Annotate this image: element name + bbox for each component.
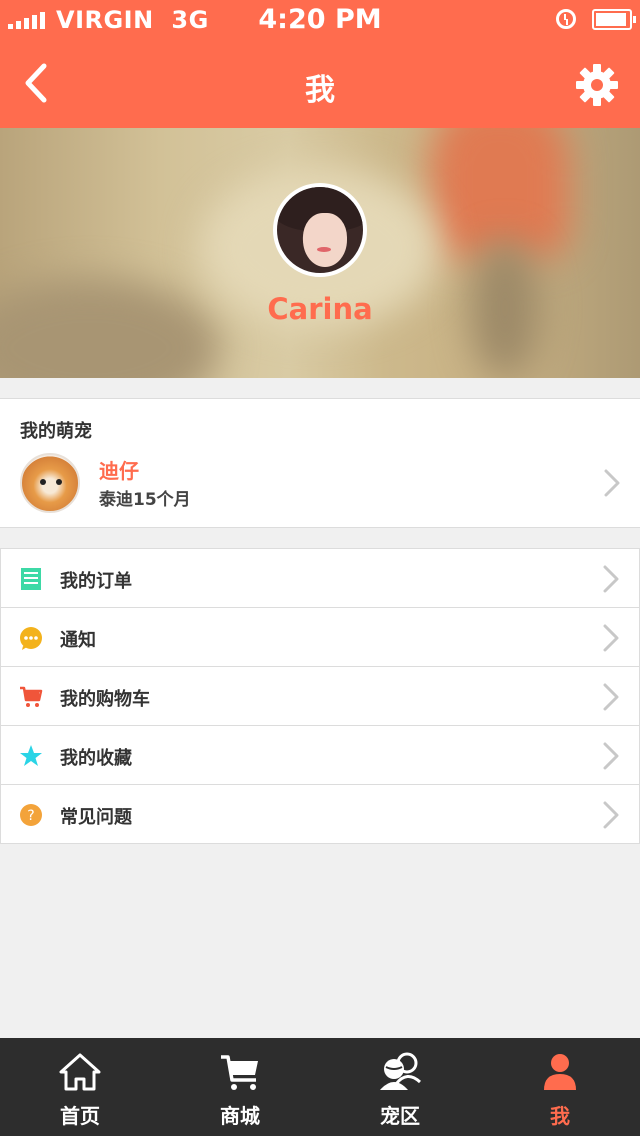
chevron-right-icon (603, 801, 619, 829)
user-avatar[interactable] (273, 183, 367, 277)
chevron-right-icon (603, 683, 619, 711)
notification-bubble-icon (20, 627, 42, 650)
status-bar: VIRGIN 3G 4:20 PM (0, 0, 640, 40)
pet-list-item[interactable]: 迪仔 泰迪15个月 (0, 451, 640, 517)
menu-item-label: 我的购物车 (60, 689, 150, 710)
shopping-cart-icon (20, 686, 43, 707)
alarm-clock-icon (556, 9, 576, 29)
section-heading: 我的萌宠 (20, 421, 92, 442)
tab-label: 商城 (220, 1104, 260, 1128)
settings-gear-icon[interactable] (576, 64, 618, 106)
question-icon: ? (20, 804, 42, 826)
order-list-icon (21, 568, 41, 590)
tab-label: 宠区 (380, 1104, 420, 1128)
star-icon (20, 745, 42, 766)
tab-label: 首页 (60, 1104, 100, 1128)
tab-label: 我 (550, 1104, 570, 1128)
page-title: 我 (305, 73, 335, 108)
pet-name: 迪仔 (99, 459, 139, 483)
home-icon (59, 1053, 101, 1091)
chevron-right-icon (603, 565, 619, 593)
svg-text:?: ? (27, 808, 34, 824)
tab-me[interactable]: 我 (480, 1038, 640, 1136)
menu-item-label: 我的订单 (60, 571, 132, 592)
cart-icon (221, 1055, 258, 1090)
menu-item-label: 我的收藏 (60, 748, 132, 769)
header-bar: VIRGIN 3G 4:20 PM 我 (0, 0, 640, 128)
my-pet-section: 我的萌宠 迪仔 泰迪15个月 (0, 398, 640, 528)
profile-banner: Carina (0, 128, 640, 378)
community-icon (380, 1052, 422, 1090)
menu-item-orders[interactable]: 我的订单 (1, 549, 639, 608)
menu-item-cart[interactable]: 我的购物车 (1, 667, 639, 726)
tab-home[interactable]: 首页 (0, 1038, 160, 1136)
status-time: 4:20 PM (258, 4, 382, 35)
tab-pet-zone[interactable]: 宠区 (320, 1038, 480, 1136)
menu-item-label: 常见问题 (60, 807, 132, 828)
menu-item-favorites[interactable]: 我的收藏 (1, 726, 639, 785)
menu-list: 我的订单 通知 我的购物车 我的收藏 ? 常见问题 (0, 548, 640, 844)
person-icon (544, 1054, 576, 1090)
menu-item-faq[interactable]: ? 常见问题 (1, 785, 639, 844)
chevron-right-icon (603, 742, 619, 770)
pet-description: 泰迪15个月 (99, 490, 191, 510)
tab-bar: 首页 商城 宠区 我 (0, 1038, 640, 1136)
chevron-right-icon (603, 624, 619, 652)
battery-icon (592, 9, 636, 30)
back-arrow-icon[interactable] (18, 58, 58, 108)
chevron-right-icon (604, 469, 620, 497)
username: Carina (267, 292, 373, 326)
navigation-bar: 我 (0, 40, 640, 128)
pet-avatar (20, 453, 80, 513)
menu-item-notifications[interactable]: 通知 (1, 608, 639, 667)
menu-item-label: 通知 (60, 630, 96, 651)
tab-mall[interactable]: 商城 (160, 1038, 320, 1136)
